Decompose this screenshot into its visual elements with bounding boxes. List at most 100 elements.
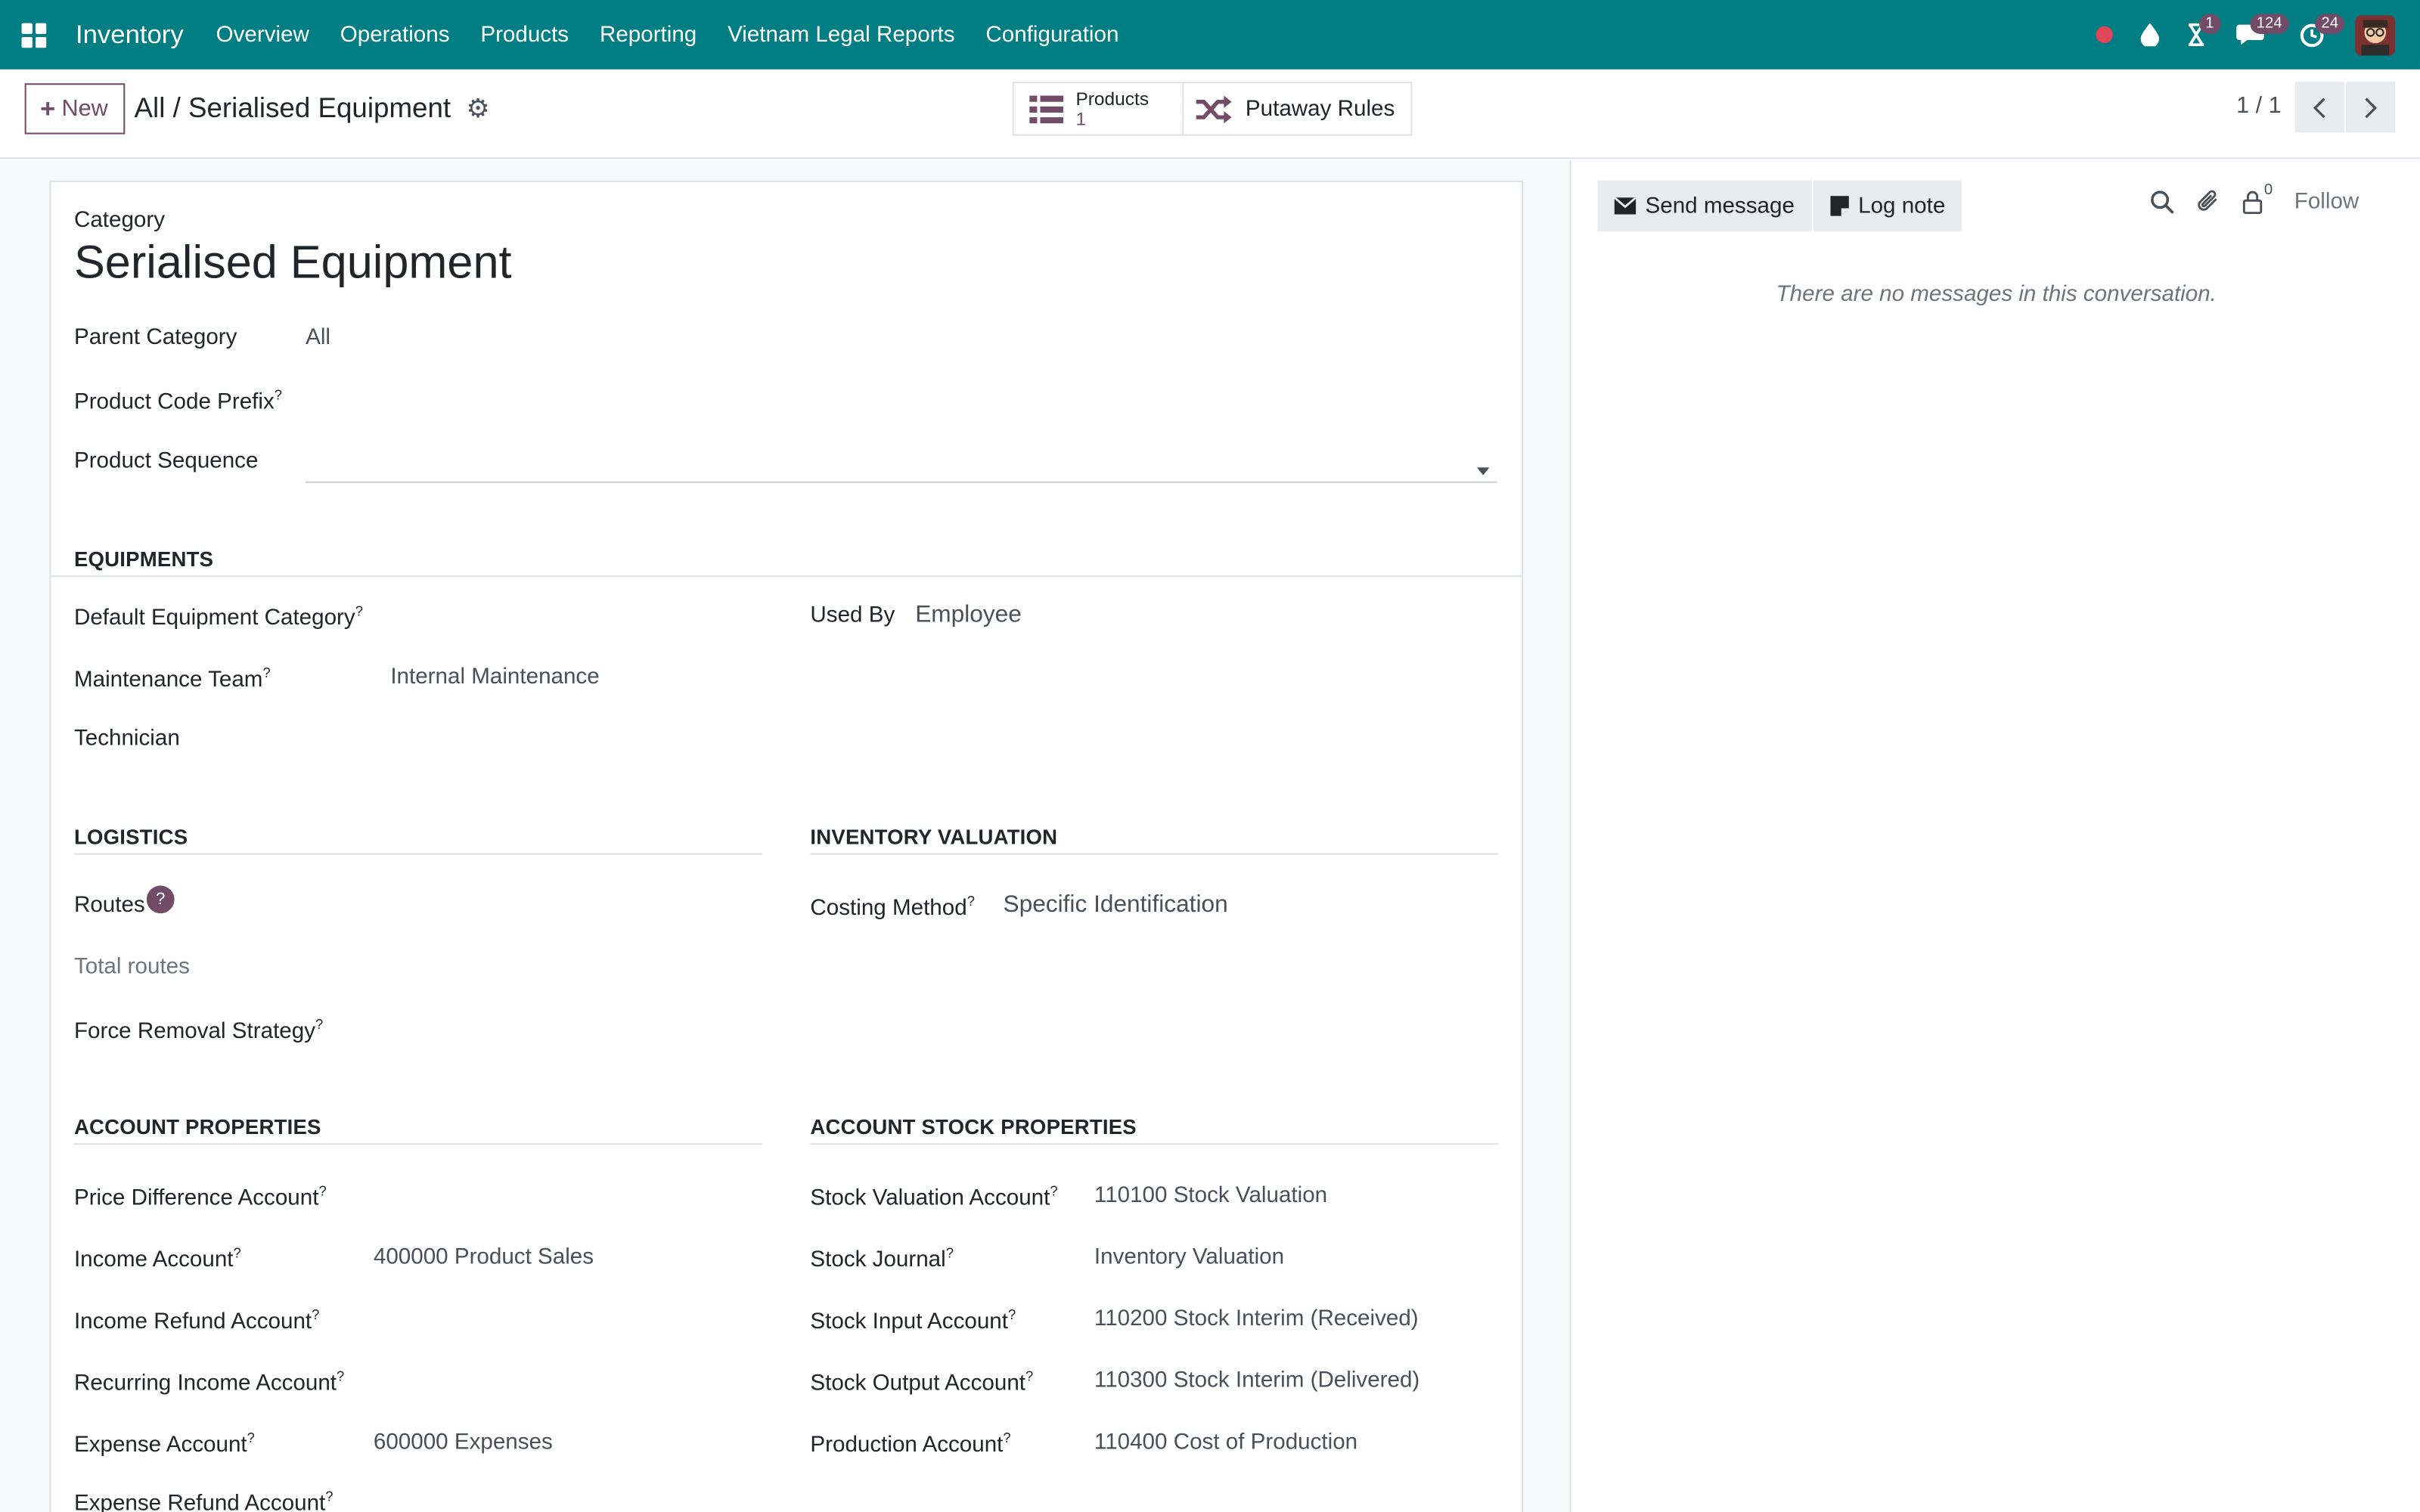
production-account-field[interactable]: 110400 Cost of Production — [1094, 1430, 1357, 1455]
stock-valuation-account-field[interactable]: 110100 Stock Valuation — [1094, 1183, 1327, 1208]
category-caption: Category — [73, 208, 166, 234]
income-account-field[interactable]: 400000 Product Sales — [374, 1245, 594, 1270]
top-navbar: Inventory Overview Operations Products R… — [0, 0, 2420, 70]
help-tooltip-icon[interactable]: ? — [967, 894, 975, 909]
shuffle-icon — [1196, 94, 1232, 123]
log-note-button[interactable]: Log note — [1813, 180, 1962, 232]
stock-journal-field[interactable]: Inventory Valuation — [1094, 1245, 1284, 1270]
breadcrumb-text[interactable]: All / Serialised Equipment — [135, 92, 451, 125]
pager-previous-button[interactable] — [2294, 82, 2344, 133]
menu-overview[interactable]: Overview — [200, 0, 324, 70]
help-tooltip-icon[interactable]: ? — [315, 1017, 323, 1032]
breadcrumb: All / Serialised Equipment ⚙ — [135, 92, 490, 125]
user-avatar[interactable] — [2355, 14, 2396, 55]
envelope-icon — [1614, 197, 1637, 215]
help-tooltip-icon[interactable]: ? — [1025, 1368, 1033, 1383]
help-tooltip-icon[interactable]: ? — [1003, 1430, 1010, 1445]
recording-dot-icon[interactable] — [2080, 0, 2127, 70]
stock-properties-divider — [810, 1143, 1499, 1145]
follow-button[interactable]: Follow — [2294, 189, 2360, 214]
income-refund-account-label: Income Refund Account? — [73, 1306, 320, 1334]
recurring-income-account-label: Recurring Income Account? — [73, 1368, 345, 1396]
help-tooltip-icon[interactable]: ? — [312, 1307, 319, 1322]
droplet-icon[interactable] — [2127, 0, 2173, 70]
costing-method-label: Costing Method? — [810, 893, 975, 922]
total-routes-label: Total routes — [73, 955, 190, 980]
chevron-left-icon — [2313, 97, 2325, 118]
timer-badge: 24 — [2315, 14, 2345, 34]
costing-method-field[interactable]: Specific Identification — [1004, 892, 1228, 920]
help-tooltip-icon[interactable]: ? — [337, 1368, 344, 1383]
account-properties-heading: ACCOUNT PROPERTIES — [73, 1115, 321, 1139]
stock-output-account-label: Stock Output Account? — [810, 1368, 1034, 1396]
help-tooltip-icon[interactable]: ? — [247, 1430, 255, 1445]
stock-journal-label: Stock Journal? — [810, 1244, 954, 1273]
pager-value[interactable]: 1 / 1 — [2236, 92, 2282, 119]
help-tooltip-icon[interactable]: ? — [1050, 1183, 1057, 1198]
production-account-label: Production Account? — [810, 1430, 1011, 1458]
account-stock-properties-heading: ACCOUNT STOCK PROPERTIES — [810, 1115, 1137, 1139]
stock-output-account-field[interactable]: 110300 Stock Interim (Delivered) — [1094, 1368, 1422, 1393]
pager-next-button[interactable] — [2346, 82, 2396, 133]
logistics-divider — [73, 853, 763, 855]
help-tooltip-icon[interactable]: ? — [262, 665, 270, 680]
menu-vietnam-legal-reports[interactable]: Vietnam Legal Reports — [712, 0, 970, 70]
menu-configuration[interactable]: Configuration — [970, 0, 1134, 70]
apps-menu-icon[interactable] — [0, 0, 68, 70]
product-sequence-select[interactable] — [306, 481, 1497, 483]
plus-icon: + — [40, 93, 56, 123]
smart-buttons: Products 1 Putaway Rules — [1012, 82, 1412, 136]
category-title[interactable]: Serialised Equipment — [74, 237, 512, 290]
app-name[interactable]: Inventory — [68, 0, 200, 70]
chatter-panel — [1572, 160, 2420, 1512]
expense-account-field[interactable]: 600000 Expenses — [374, 1430, 553, 1455]
putaway-rules-smart-button[interactable]: Putaway Rules — [1182, 83, 1410, 135]
activity-hourglass-icon[interactable]: 1 — [2173, 0, 2220, 70]
new-button[interactable]: + New — [24, 83, 126, 135]
expense-refund-account-label: Expense Refund Account? — [73, 1489, 334, 1512]
list-icon — [1029, 94, 1064, 123]
used-by-field[interactable]: Employee — [915, 602, 1022, 630]
menu-products[interactable]: Products — [465, 0, 585, 70]
chevron-right-icon — [2365, 97, 2378, 118]
help-tooltip-icon[interactable]: ? — [325, 1489, 333, 1504]
products-smart-button[interactable]: Products 1 — [1013, 83, 1183, 135]
messages-icon[interactable]: 124 — [2220, 0, 2288, 70]
pager-arrows — [2294, 82, 2396, 133]
chatter-toolbar: 0 Follow — [2150, 181, 2360, 215]
help-tooltip-icon[interactable]: ? — [275, 387, 282, 402]
maintenance-team-field[interactable]: Internal Maintenance — [390, 665, 599, 690]
lock-icon — [2242, 190, 2263, 214]
followers-button[interactable]: 0 — [2242, 181, 2273, 214]
help-tooltip-icon[interactable]: ? — [234, 1245, 241, 1260]
products-smart-count: 1 — [1075, 107, 1087, 129]
help-pill-icon[interactable]: ? — [146, 885, 175, 914]
inventory-valuation-heading: INVENTORY VALUATION — [810, 825, 1058, 849]
menu-reporting[interactable]: Reporting — [585, 0, 712, 70]
stock-input-account-label: Stock Input Account? — [810, 1306, 1016, 1334]
product-code-prefix-label: Product Code Prefix? — [73, 387, 283, 415]
empty-conversation-text: There are no messages in this conversati… — [1776, 282, 2217, 308]
stock-input-account-field[interactable]: 110200 Stock Interim (Received) — [1094, 1307, 1422, 1332]
parent-category-field[interactable]: All — [306, 326, 330, 351]
paperclip-icon[interactable] — [2196, 188, 2221, 215]
help-tooltip-icon[interactable]: ? — [1008, 1307, 1016, 1322]
help-tooltip-icon[interactable]: ? — [355, 603, 363, 618]
note-icon — [1830, 196, 1849, 216]
menu-operations[interactable]: Operations — [324, 0, 465, 70]
send-message-button[interactable]: Send message — [1597, 180, 1812, 232]
help-tooltip-icon[interactable]: ? — [946, 1245, 954, 1260]
income-account-label: Income Account? — [73, 1244, 241, 1273]
help-tooltip-icon[interactable]: ? — [318, 1183, 326, 1198]
technician-label: Technician — [73, 727, 180, 751]
gear-icon[interactable]: ⚙ — [467, 93, 490, 124]
maintenance-team-label: Maintenance Team? — [73, 665, 271, 692]
price-difference-account-label: Price Difference Account? — [73, 1183, 327, 1211]
followers-count: 0 — [2263, 181, 2273, 199]
used-by-label: Used By — [810, 603, 895, 628]
search-icon[interactable] — [2150, 189, 2175, 214]
logistics-heading: LOGISTICS — [73, 825, 188, 849]
caret-down-icon[interactable] — [1477, 467, 1490, 476]
timer-icon[interactable]: 24 — [2281, 0, 2345, 70]
force-removal-strategy-label: Force Removal Strategy? — [73, 1016, 324, 1045]
